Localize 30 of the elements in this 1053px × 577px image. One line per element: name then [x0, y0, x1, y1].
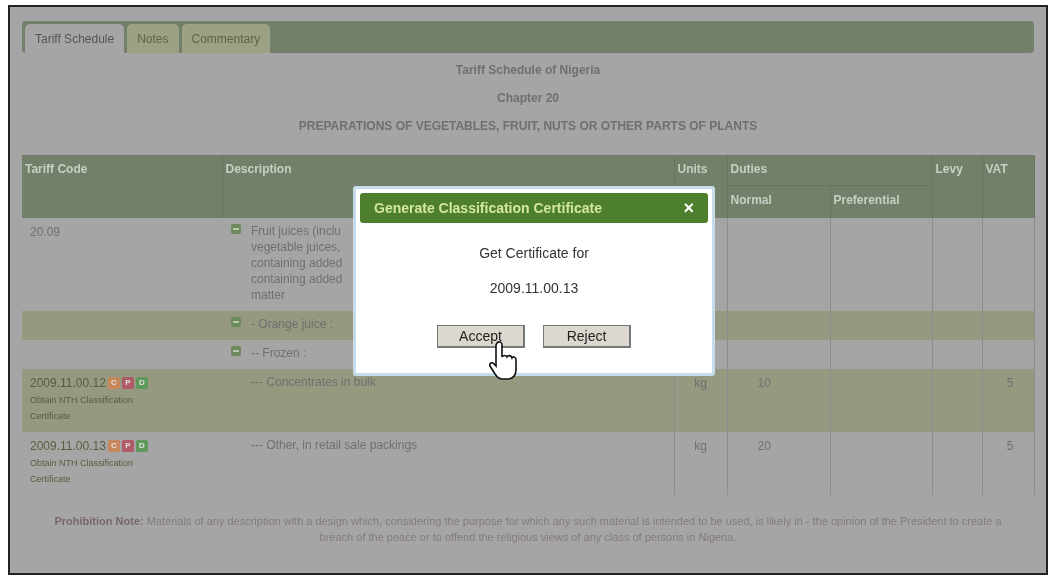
close-button[interactable]: × [683, 194, 694, 222]
column-header: Duties [730, 162, 768, 176]
collapse-icon[interactable] [231, 346, 241, 356]
column-header: Preferential [833, 192, 900, 207]
status-tag[interactable]: D [135, 440, 148, 452]
tab[interactable]: Tariff Schedule [25, 24, 125, 53]
certificate-link[interactable]: Obtain NTH Classification Certificate [30, 455, 162, 487]
collapse-icon[interactable] [231, 224, 241, 234]
collapse-icon[interactable] [231, 317, 241, 327]
status-tag[interactable]: C [107, 377, 120, 389]
tariff-code: 2009.11.00.12 [30, 375, 106, 392]
dialog-button[interactable]: Accept [437, 325, 525, 348]
dialog-title: Generate Classification Certificate [374, 198, 602, 218]
tariff-code: 2009.11.00.13 [30, 438, 106, 455]
dialog-button[interactable]: Reject [543, 325, 631, 348]
status-tag[interactable]: C [107, 440, 120, 452]
status-tag[interactable]: P [121, 377, 134, 389]
status-tag[interactable]: D [135, 377, 148, 389]
tab[interactable]: Commentary [181, 24, 271, 53]
tab[interactable]: Notes [127, 24, 179, 53]
column-header: Normal [730, 192, 772, 207]
column-header: Levy [935, 162, 963, 176]
certificate-link[interactable]: Obtain NTH Classification Certificate [30, 392, 162, 424]
status-tag[interactable]: P [121, 440, 134, 452]
column-header: VAT [985, 162, 1008, 176]
certificate-code: 2009.11.00.13 [489, 279, 579, 298]
column-header: Units [677, 162, 708, 176]
column-header: Description [225, 162, 292, 176]
dialog-message: Get Certificate for [479, 244, 589, 263]
column-header: Tariff Code [25, 162, 88, 176]
